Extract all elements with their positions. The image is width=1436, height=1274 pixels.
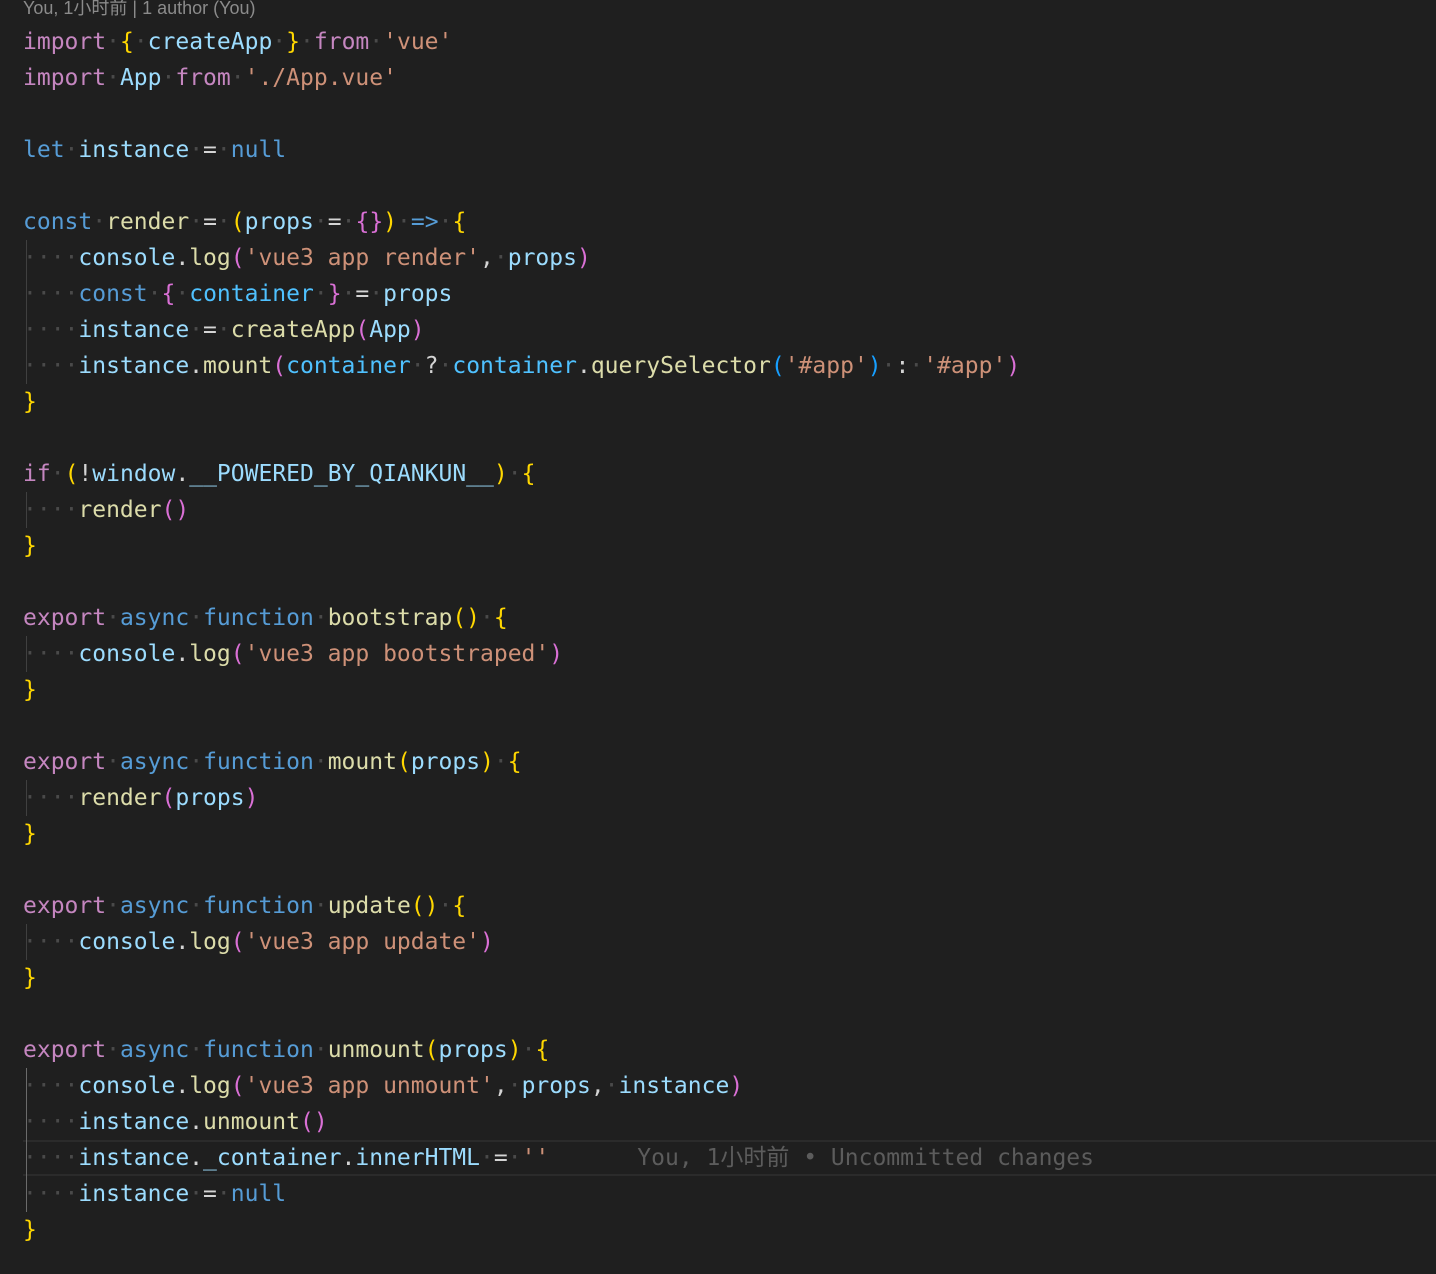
- code-line-15[interactable]: }: [23, 528, 1436, 564]
- code-line-2[interactable]: import·App·from·'./App.vue': [23, 60, 1436, 96]
- keyword-import: import: [23, 29, 107, 55]
- code-line-16[interactable]: [23, 564, 1436, 600]
- code-line-11[interactable]: }: [23, 384, 1436, 420]
- code-line-33[interactable]: ····instance·=·null: [23, 1176, 1436, 1212]
- code-line-17[interactable]: export·async·function·bootstrap()·{: [23, 600, 1436, 636]
- code-editor[interactable]: You, 1小时前 | 1 author (You) import·{·crea…: [0, 0, 1436, 1274]
- code-line-29[interactable]: export·async·function·unmount(props)·{: [23, 1032, 1436, 1068]
- code-line-34[interactable]: }: [23, 1212, 1436, 1248]
- indent-guide: [26, 240, 27, 276]
- code-line-9[interactable]: ····instance·=·createApp(App): [23, 312, 1436, 348]
- active-indent-guide: [26, 1068, 27, 1104]
- code-line-8[interactable]: ····const·{·container·}·=·props: [23, 276, 1436, 312]
- code-line-1[interactable]: import·{·createApp·}·from·'vue': [23, 24, 1436, 60]
- code-line-10[interactable]: ····instance.mount(container·?·container…: [23, 348, 1436, 384]
- code-line-32-current[interactable]: ····instance._container.innerHTML·=·'' Yo…: [23, 1140, 1436, 1176]
- code-line-24[interactable]: [23, 852, 1436, 888]
- inline-git-blame[interactable]: You, 1小时前 • Uncommitted changes: [549, 1145, 1094, 1171]
- git-blame-codelens[interactable]: You, 1小时前 | 1 author (You): [23, 0, 255, 22]
- code-line-27[interactable]: }: [23, 960, 1436, 996]
- code-line-5[interactable]: [23, 168, 1436, 204]
- code-line-26[interactable]: ····console.log('vue3 app update'): [23, 924, 1436, 960]
- code-lines[interactable]: import·{·createApp·}·from·'vue' import·A…: [23, 24, 1436, 1248]
- code-line-4[interactable]: let·instance·=·null: [23, 132, 1436, 168]
- code-line-31[interactable]: ····instance.unmount(): [23, 1104, 1436, 1140]
- code-line-18[interactable]: ····console.log('vue3 app bootstraped'): [23, 636, 1436, 672]
- code-line-7[interactable]: ····console.log('vue3 app render',·props…: [23, 240, 1436, 276]
- code-line-13[interactable]: if·(!window.__POWERED_BY_QIANKUN__)·{: [23, 456, 1436, 492]
- code-line-21[interactable]: export·async·function·mount(props)·{: [23, 744, 1436, 780]
- code-line-12[interactable]: [23, 420, 1436, 456]
- code-line-19[interactable]: }: [23, 672, 1436, 708]
- code-line-20[interactable]: [23, 708, 1436, 744]
- code-line-22[interactable]: ····render(props): [23, 780, 1436, 816]
- code-line-23[interactable]: }: [23, 816, 1436, 852]
- code-line-30[interactable]: ····console.log('vue3 app unmount',·prop…: [23, 1068, 1436, 1104]
- string-literal: 'vue': [383, 29, 453, 55]
- code-line-25[interactable]: export·async·function·update()·{: [23, 888, 1436, 924]
- code-line-14[interactable]: ····render(): [23, 492, 1436, 528]
- code-line-3[interactable]: [23, 96, 1436, 132]
- code-line-6[interactable]: const·render·=·(props·=·{})·=>·{: [23, 204, 1436, 240]
- identifier-createApp: createApp: [147, 29, 273, 55]
- code-line-28[interactable]: [23, 996, 1436, 1032]
